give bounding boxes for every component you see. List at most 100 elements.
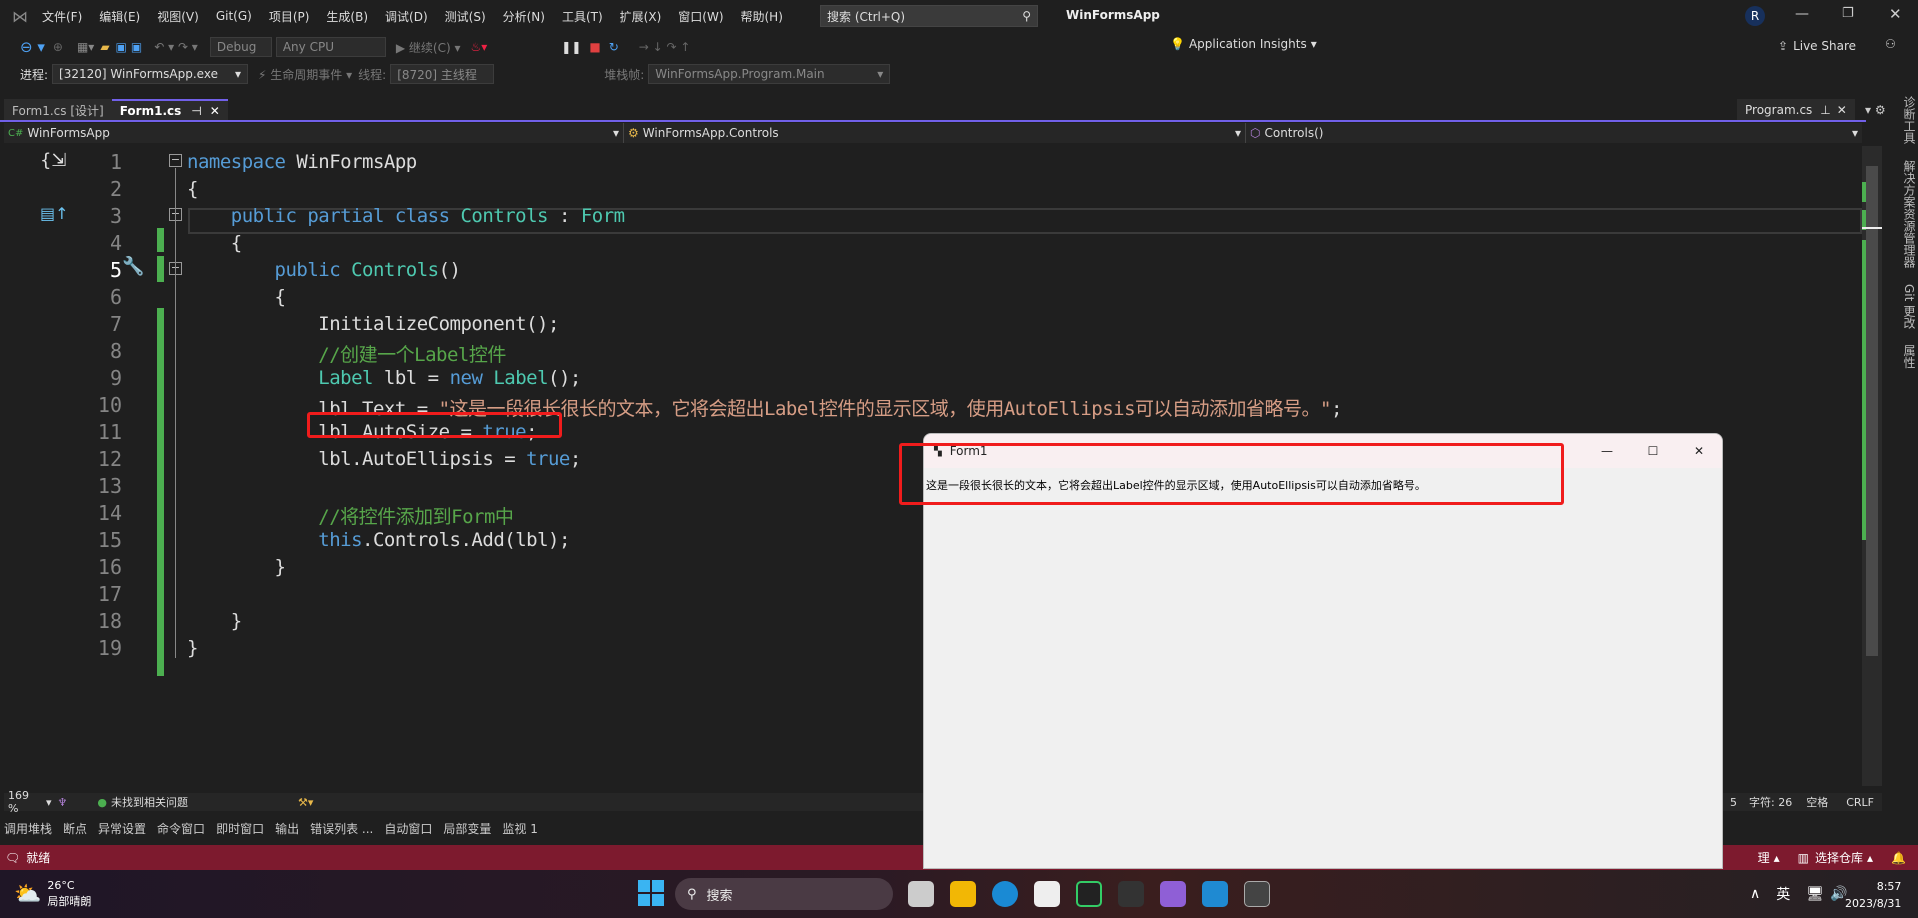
continue-button[interactable]: ▶ 继续(C) ▾ [396, 39, 461, 56]
stop-icon[interactable]: ■ [589, 40, 600, 54]
insights-dropdown-icon[interactable]: ▾ [1311, 37, 1317, 51]
scrollbar-thumb[interactable] [1866, 166, 1878, 656]
tool-window-tab[interactable]: 即时窗口 [216, 820, 264, 837]
network-icon[interactable]: 🖥 [1806, 886, 1824, 902]
step-icons[interactable]: → ↓ ↷ ↑ [639, 40, 691, 54]
menu-item[interactable]: 调试(D) [385, 8, 428, 25]
source-control-status[interactable]: 理 [1758, 849, 1770, 866]
copilot-icon[interactable]: ♆ [58, 796, 68, 809]
project-dropdown[interactable]: C# WinFormsApp ▾ [4, 123, 624, 143]
close-tab-icon[interactable]: ✕ [1837, 103, 1847, 117]
vscode-icon[interactable] [1202, 881, 1228, 907]
code-line[interactable]: this.Controls.Add(lbl); [187, 529, 570, 551]
restart-icon[interactable]: ↻ [609, 40, 619, 54]
store-icon[interactable] [1034, 881, 1060, 907]
zoom-dropdown[interactable]: 169 % [8, 789, 40, 815]
tab-form1-design[interactable]: Form1.cs [设计] [4, 99, 112, 121]
lifecycle-events[interactable]: ⚡ 生命周期事件 ▾ [258, 66, 352, 83]
screwdriver-icon[interactable]: 🔧 [122, 256, 144, 277]
close-button[interactable]: ✕ [1889, 5, 1902, 23]
platform-dropdown[interactable]: Any CPU [275, 37, 386, 57]
weather-widget[interactable]: ⛅ 26°C 局部晴朗 [14, 878, 91, 910]
search-input[interactable]: 搜索 (Ctrl+Q) ⚲ [820, 5, 1038, 27]
tool-window-tab[interactable]: 命令窗口 [157, 820, 205, 837]
tab-form1-cs[interactable]: Form1.cs ⊣ ✕ [111, 99, 228, 121]
code-line[interactable]: { [187, 232, 242, 254]
side-tool-properties[interactable]: 属性 [1902, 345, 1916, 369]
cleanup-icon[interactable]: ⚒▾ [298, 796, 313, 809]
save-icon[interactable]: ▣ [116, 40, 127, 54]
start-button[interactable] [638, 880, 664, 906]
menu-item[interactable]: 生成(B) [326, 8, 368, 25]
tool-window-tab[interactable]: 调用堆栈 [4, 820, 52, 837]
avatar[interactable]: R [1745, 6, 1765, 26]
code-line[interactable]: } [187, 556, 286, 578]
menu-item[interactable]: 测试(S) [445, 8, 486, 25]
line-ending-indicator[interactable]: CRLF [1846, 796, 1874, 809]
side-tool-git-changes[interactable]: Git 更改 [1902, 284, 1916, 329]
tab-program-cs[interactable]: Program.cs ⊥ ✕ [1737, 99, 1855, 121]
feedback-icon[interactable]: ⚇ [1885, 37, 1896, 51]
code-line[interactable]: //创建一个Label控件 [187, 340, 506, 367]
code-line[interactable]: InitializeComponent(); [187, 313, 559, 335]
select-repo-button[interactable]: 选择仓库 [1815, 849, 1863, 866]
code-line[interactable]: namespace WinFormsApp [187, 151, 417, 173]
tool-window-tab[interactable]: 输出 [275, 820, 299, 837]
form-close-button[interactable]: ✕ [1676, 444, 1722, 458]
close-tab-icon[interactable]: ✕ [210, 104, 220, 118]
code-line[interactable]: public Controls() [187, 259, 461, 281]
ime-indicator[interactable]: 英 [1776, 884, 1790, 904]
form-maximize-button[interactable]: ☐ [1630, 444, 1676, 458]
stack-frame-dropdown[interactable]: WinFormsApp.Program.Main ▾ [648, 64, 891, 84]
code-line[interactable]: public partial class Controls : Form [187, 205, 625, 227]
tool-window-tab[interactable]: 异常设置 [98, 820, 146, 837]
menu-item[interactable]: 项目(P) [269, 8, 310, 25]
forward-icon[interactable]: ⊕ [53, 40, 63, 54]
tool-window-tab[interactable]: 局部变量 [443, 820, 491, 837]
type-dropdown[interactable]: ⚙ WinFormsApp.Controls ▾ [624, 123, 1246, 143]
file-explorer-icon[interactable] [950, 881, 976, 907]
menu-item[interactable]: 帮助(H) [741, 8, 783, 25]
tool-window-tab[interactable]: 自动窗口 [384, 820, 432, 837]
restore-button[interactable]: ❐ [1842, 6, 1854, 21]
minimize-button[interactable]: — [1795, 6, 1809, 22]
output-icon[interactable]: 🗨 [5, 851, 20, 865]
member-dropdown[interactable]: ⬡ Controls() ▾ [1246, 123, 1862, 143]
menu-item[interactable]: 编辑(E) [99, 8, 140, 25]
tray-overflow-icon[interactable]: ∧ [1750, 886, 1760, 902]
side-tool-solution-explorer[interactable]: 解决方案资源管理器 [1902, 160, 1916, 268]
code-line[interactable]: { [187, 286, 286, 308]
column-indicator[interactable]: 5 [1730, 796, 1737, 809]
menu-item[interactable]: Git(G) [216, 9, 252, 23]
pin-icon[interactable]: ⊣ [191, 104, 201, 118]
hot-reload-icon[interactable]: ♨▾ [470, 40, 487, 54]
code-line[interactable]: //将控件添加到Form中 [187, 502, 514, 529]
terminal-icon[interactable] [1118, 881, 1144, 907]
code-line[interactable]: lbl.AutoEllipsis = true; [187, 448, 581, 470]
process-dropdown[interactable]: [32120] WinFormsApp.exe ▾ [52, 64, 249, 84]
undo-icon[interactable]: ↶ ▾ ↷ ▾ [154, 40, 198, 54]
tool-window-tab[interactable]: 断点 [63, 820, 87, 837]
menu-item[interactable]: 文件(F) [42, 8, 82, 25]
clock[interactable]: 8:57 2023/8/31 [1845, 878, 1901, 912]
save-all-icon[interactable]: ▣ [131, 40, 142, 54]
back-icon[interactable]: ⊖ ▾ [20, 38, 45, 56]
form-minimize-button[interactable]: — [1584, 444, 1630, 458]
code-line[interactable]: } [187, 637, 198, 659]
task-view-icon[interactable] [908, 881, 934, 907]
tool-window-tab[interactable]: 监视 1 [502, 820, 537, 837]
thread-dropdown[interactable]: [8720] 主线程 [390, 64, 495, 84]
pause-icon[interactable]: ❚❚ [561, 40, 581, 54]
menu-item[interactable]: 分析(N) [503, 8, 545, 25]
taskbar-search[interactable]: ⚲ 搜索 [675, 878, 893, 910]
app-insights-button[interactable]: Application Insights [1189, 37, 1307, 51]
tab-list-dropdown[interactable]: ▾ ⚙ [1865, 103, 1886, 117]
tool-window-tab[interactable]: 错误列表 ... [310, 820, 373, 837]
open-icon[interactable]: ▰ [100, 40, 109, 54]
pin-icon[interactable]: ⊥ [1820, 103, 1830, 117]
whitespace-indicator[interactable]: 空格 [1806, 794, 1828, 810]
code-line[interactable]: Label lbl = new Label(); [187, 367, 581, 389]
edge-icon[interactable] [992, 881, 1018, 907]
live-share-button[interactable]: ⇪ Live Share [1778, 39, 1856, 53]
winforms-app-icon[interactable] [1244, 881, 1270, 907]
